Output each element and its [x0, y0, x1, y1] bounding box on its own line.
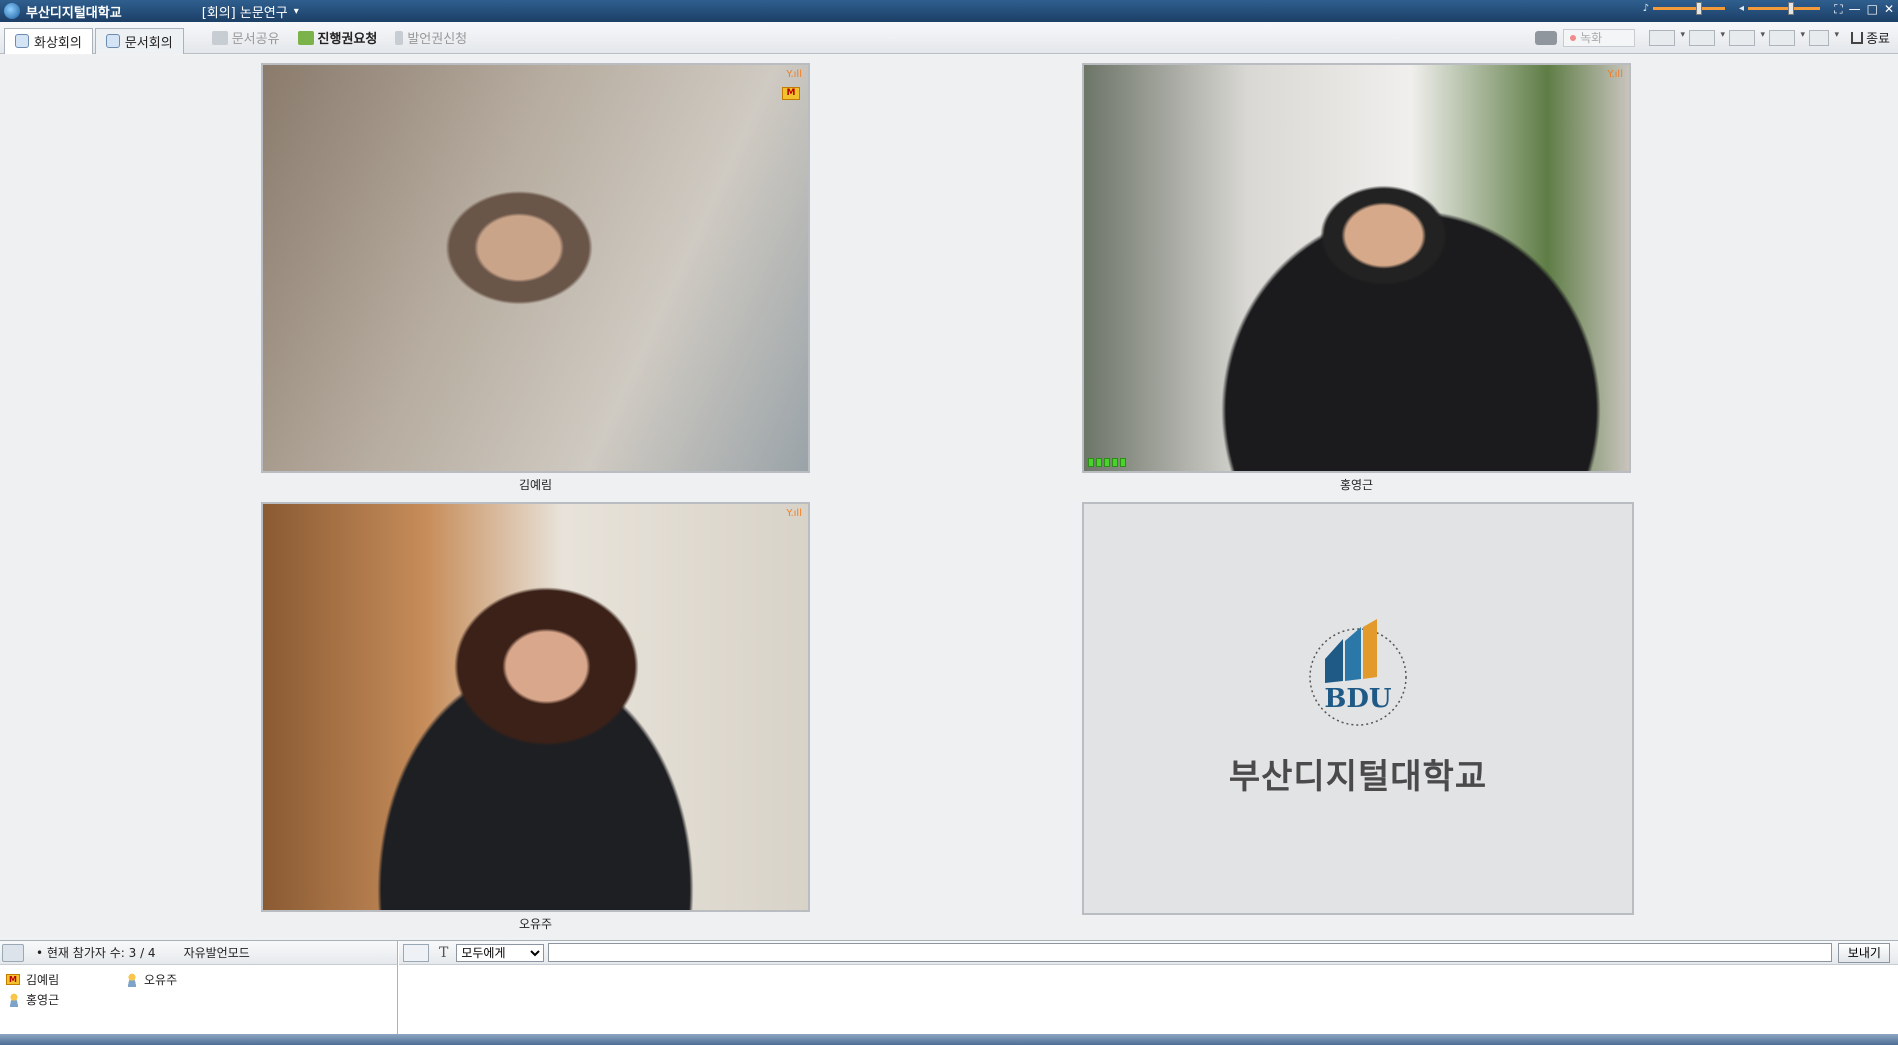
close-icon[interactable]: ✕: [1884, 2, 1894, 17]
request-control-label: 진행권요청: [317, 32, 378, 47]
doc-share-button[interactable]: 문서공유: [211, 28, 280, 47]
doc-share-label: 문서공유: [231, 32, 280, 47]
participant-count: • 현재 참가자 수: 3 / 4: [36, 946, 156, 960]
participant-name: 김예림: [26, 973, 60, 987]
minimize-icon[interactable]: —: [1849, 2, 1861, 17]
participant-list: • 현재 참가자 수: 3 / 4 자유발언모드 M 김예림 오유주 홍영근: [0, 941, 398, 1035]
doc-share-icon: [211, 30, 228, 45]
window-controls: ⛶ — □ ✕: [1834, 2, 1894, 17]
list-item[interactable]: M 김예림: [6, 971, 59, 988]
video-tile-1[interactable]: Y.ıll M: [261, 63, 810, 473]
speak-mode: 자유발언모드: [183, 946, 250, 960]
layout-split-icon[interactable]: [1689, 29, 1725, 46]
exit-icon: [1851, 31, 1864, 44]
moderator-badge-icon: M: [782, 87, 800, 100]
screen-mode-icon[interactable]: [1769, 29, 1805, 46]
request-speak-button[interactable]: 발언권신청: [395, 28, 467, 47]
tab-video-conference[interactable]: 화상회의: [4, 27, 93, 54]
user-icon: [126, 972, 138, 987]
list-item[interactable]: 홍영근: [8, 991, 59, 1008]
maximize-icon[interactable]: □: [1867, 2, 1878, 17]
request-speak-label: 발언권신청: [407, 32, 468, 47]
video-grid: Y.ıll M 김예림 Y.ıll 홍영근 Y.ıll 오유주 BDU 부산디지…: [0, 55, 1898, 940]
participant-name: 홍영근: [1339, 478, 1374, 492]
participant-items: M 김예림 오유주 홍영근: [0, 965, 397, 1007]
taskbar: [0, 1034, 1898, 1045]
settings-icon[interactable]: [1809, 29, 1839, 46]
toolbar-right: 녹화 종료: [1535, 28, 1890, 47]
participant-name: 오유주: [144, 973, 178, 987]
chat-input[interactable]: [548, 943, 1833, 962]
request-control-button[interactable]: 진행권요청: [297, 28, 378, 47]
user-icon: [8, 992, 20, 1007]
tab-label: 화상회의: [34, 35, 82, 51]
zoom-icon[interactable]: [403, 943, 429, 962]
video-tile-3[interactable]: Y.ıll: [261, 502, 810, 912]
app-logo-icon: [4, 3, 20, 19]
list-item[interactable]: 오유주: [126, 971, 177, 988]
camera-icon: [1535, 30, 1558, 45]
signal-icon: Y.ıll: [1607, 69, 1623, 80]
layout-grid-icon[interactable]: [1729, 29, 1765, 46]
speaker-icon: ♪: [1642, 3, 1649, 14]
video-tile-2[interactable]: Y.ıll: [1082, 63, 1631, 473]
exit-label: 종료: [1866, 32, 1890, 47]
microphone-icon: ◂: [1738, 3, 1744, 14]
logo-caption: 부산디지털대학교: [1228, 757, 1488, 797]
send-button[interactable]: 보내기: [1838, 942, 1891, 963]
document-icon: [105, 34, 120, 48]
participant-name: 김예림: [518, 478, 553, 492]
microphone-icon: [395, 30, 404, 45]
tab-document-conference[interactable]: 문서회의: [94, 27, 184, 54]
hand-icon: [297, 30, 314, 45]
mic-volume-slider[interactable]: ◂: [1738, 2, 1820, 15]
record-button[interactable]: 녹화: [1563, 28, 1636, 47]
app-title: 부산디지털대학교: [26, 5, 122, 21]
moderator-badge-icon: M: [6, 974, 20, 985]
participant-name: 홍영근: [26, 993, 60, 1007]
chat-input-bar: T 모두에게 보내기: [399, 941, 1898, 965]
volume-controls: ♪ ◂: [1642, 2, 1820, 15]
record-dot-icon: [1570, 34, 1577, 41]
participants-icon[interactable]: [2, 943, 24, 962]
font-icon[interactable]: T: [439, 945, 448, 961]
signal-icon: Y.ıll: [786, 508, 802, 519]
room-title[interactable]: [회의] 논문연구: [202, 2, 288, 21]
record-label: 녹화: [1580, 31, 1603, 45]
bdu-logo-text: BDU: [1324, 684, 1392, 714]
chevron-down-icon[interactable]: ▾: [294, 6, 299, 17]
layout-single-icon[interactable]: [1649, 29, 1685, 46]
participant-name: 오유주: [518, 917, 553, 931]
speaker-volume-slider[interactable]: ♪: [1642, 2, 1725, 15]
fullscreen-icon[interactable]: ⛶: [1834, 2, 1842, 17]
audio-level-meter: [1088, 458, 1126, 467]
participant-list-header: • 현재 참가자 수: 3 / 4 자유발언모드: [0, 941, 397, 965]
title-bar: 부산디지털대학교 [회의] 논문연구 ▾ ♪ ◂ ⛶ — □ ✕: [0, 0, 1898, 22]
empty-tile-logo: BDU 부산디지털대학교: [1082, 502, 1634, 915]
toolbar: 화상회의 문서회의 문서공유 진행권요청 발언권신청 녹화 종료: [0, 22, 1898, 54]
recipient-select[interactable]: 모두에게: [456, 943, 545, 962]
exit-button[interactable]: 종료: [1851, 28, 1890, 47]
signal-icon: Y.ıll: [786, 69, 802, 80]
record-control[interactable]: 녹화: [1535, 28, 1636, 47]
bottom-panel: • 현재 참가자 수: 3 / 4 자유발언모드 M 김예림 오유주 홍영근 T…: [0, 940, 1898, 1045]
bdu-logo: BDU: [1303, 619, 1413, 729]
tab-label: 문서회의: [124, 35, 173, 51]
video-conference-icon: [15, 34, 29, 48]
chat-panel: T 모두에게 보내기: [399, 941, 1898, 1035]
